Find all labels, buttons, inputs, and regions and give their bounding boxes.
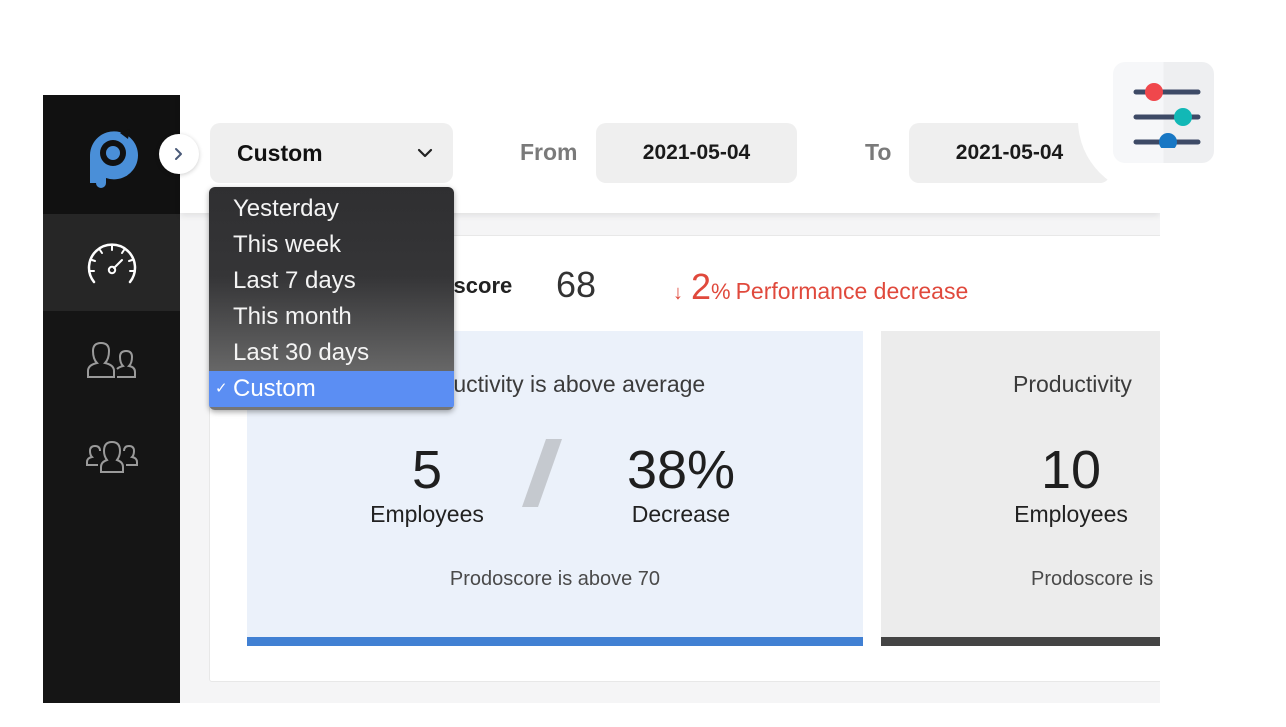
speedometer-icon — [87, 242, 136, 283]
option-label: This month — [233, 303, 352, 330]
sidebar-item-dashboard[interactable] — [43, 214, 180, 311]
checkmark-icon: ✓ — [215, 380, 228, 397]
sliders-icon — [1133, 82, 1200, 148]
panel-productivity[interactable]: Productivity 10 Employees Prodoscore is — [881, 331, 1160, 646]
period-dropdown-menu: Yesterday This week Last 7 days This mon… — [209, 187, 454, 410]
change-label: Decrease — [631, 501, 731, 527]
change-value: 38% — [626, 440, 736, 500]
trend-percent-sign: % — [711, 279, 731, 304]
chevron-right-icon — [175, 148, 182, 160]
panel-accent-bar — [247, 637, 863, 646]
slash-divider — [522, 439, 562, 507]
sidebar-item-groups[interactable] — [43, 408, 180, 505]
employees-label: Employees — [1014, 501, 1128, 527]
employees-metric: 5 Employees — [347, 441, 507, 529]
prodoscore-value: 68 — [556, 264, 597, 305]
sidebar-item-team[interactable] — [43, 311, 180, 408]
panel-accent-bar — [881, 637, 1160, 646]
panel-footer: Prodoscore is — [1031, 568, 1154, 590]
dropdown-option-last-7-days[interactable]: Last 7 days — [209, 263, 454, 299]
from-date-field[interactable]: 2021-05-04 — [596, 123, 797, 183]
employees-metric: 10 Employees — [991, 441, 1151, 529]
period-select-value: Custom — [237, 139, 323, 166]
option-label: Last 30 days — [233, 339, 370, 366]
period-select[interactable]: Custom — [210, 123, 453, 183]
dropdown-option-this-month[interactable]: This month — [209, 299, 454, 335]
filter-button[interactable] — [1113, 62, 1214, 163]
dropdown-option-yesterday[interactable]: Yesterday — [209, 191, 454, 227]
panel-footer: Prodoscore is above 70 — [449, 568, 661, 590]
dropdown-option-custom[interactable]: ✓ Custom — [209, 371, 454, 407]
arrow-down-icon: ↓ — [673, 282, 683, 304]
dropdown-option-last-30-days[interactable]: Last 30 days — [209, 335, 454, 371]
dropdown-option-this-week[interactable]: This week — [209, 227, 454, 263]
option-label: Custom — [233, 375, 316, 402]
group-icon — [85, 440, 138, 473]
option-label: This week — [233, 231, 342, 258]
panel-title: Productivity — [1013, 371, 1132, 397]
change-metric: 38% Decrease — [601, 441, 761, 529]
performance-trend: ↓ 2 % Performance decrease — [673, 266, 968, 308]
trend-text: Performance decrease — [735, 278, 969, 304]
users-icon — [86, 341, 136, 378]
to-label: To — [865, 139, 892, 165]
trend-value: 2 — [691, 266, 712, 307]
option-label: Last 7 days — [233, 267, 356, 294]
from-label: From — [520, 139, 578, 165]
employees-label: Employees — [370, 501, 484, 527]
prodoscore-logo-icon — [89, 128, 138, 188]
employees-count: 10 — [1040, 440, 1102, 500]
expand-sidebar-button[interactable] — [159, 134, 199, 174]
sidebar — [43, 95, 180, 703]
option-label: Yesterday — [233, 195, 339, 222]
employees-count: 5 — [411, 440, 443, 500]
chevron-down-icon — [417, 148, 433, 158]
